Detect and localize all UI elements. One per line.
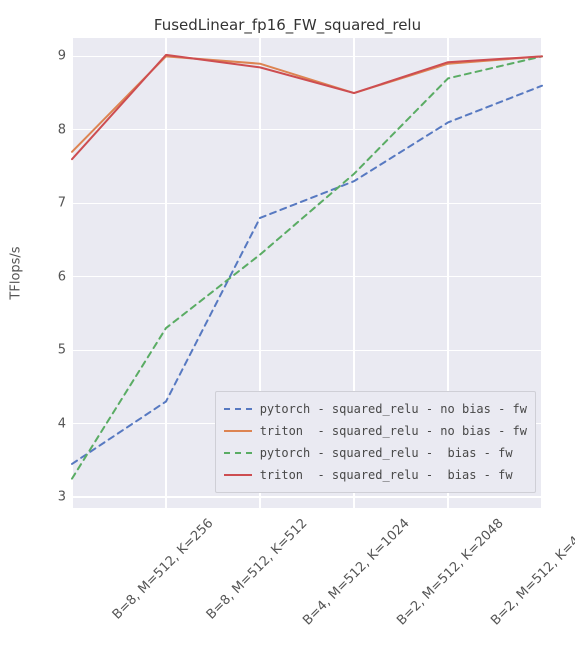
x-tick-label: B=4, M=512, K=1024 [300, 516, 412, 628]
series-line [72, 56, 542, 151]
y-tick-label: 3 [36, 489, 66, 504]
legend-label: triton - squared_relu - no bias - fw [260, 424, 527, 438]
legend-row: triton - squared_relu - no bias - fw [224, 420, 527, 442]
legend-label: pytorch - squared_relu - bias - fw [260, 446, 513, 460]
x-axis-ticks: B=8, M=512, K=256B=8, M=512, K=512B=4, M… [72, 512, 542, 647]
legend-swatch [224, 474, 252, 476]
y-axis-ticks: 3 4 5 6 7 8 9 [0, 38, 72, 508]
x-tick-label: B=8, M=512, K=512 [204, 516, 311, 623]
y-tick-label: 4 [36, 416, 66, 431]
plot-area: pytorch - squared_relu - no bias - fw tri… [72, 38, 542, 508]
chart-figure: FusedLinear_fp16_FW_squared_relu TFlops/… [0, 0, 575, 647]
x-tick-label: B=2, M=512, K=4096 [488, 516, 575, 628]
y-tick-label: 7 [36, 196, 66, 211]
y-tick-label: 9 [36, 49, 66, 64]
legend-swatch [224, 430, 252, 432]
legend-row: triton - squared_relu - bias - fw [224, 464, 527, 486]
legend-swatch [224, 452, 252, 454]
y-tick-label: 8 [36, 122, 66, 137]
series-line [72, 55, 542, 159]
y-tick-label: 6 [36, 269, 66, 284]
chart-title: FusedLinear_fp16_FW_squared_relu [0, 16, 575, 34]
y-tick-label: 5 [36, 343, 66, 358]
legend-row: pytorch - squared_relu - no bias - fw [224, 398, 527, 420]
legend-row: pytorch - squared_relu - bias - fw [224, 442, 527, 464]
x-tick-label: B=8, M=512, K=256 [110, 516, 217, 623]
x-tick-label: B=2, M=512, K=2048 [394, 516, 506, 628]
legend-label: triton - squared_relu - bias - fw [260, 468, 513, 482]
legend: pytorch - squared_relu - no bias - fw tri… [215, 391, 536, 493]
legend-label: pytorch - squared_relu - no bias - fw [260, 402, 527, 416]
legend-swatch [224, 408, 252, 410]
